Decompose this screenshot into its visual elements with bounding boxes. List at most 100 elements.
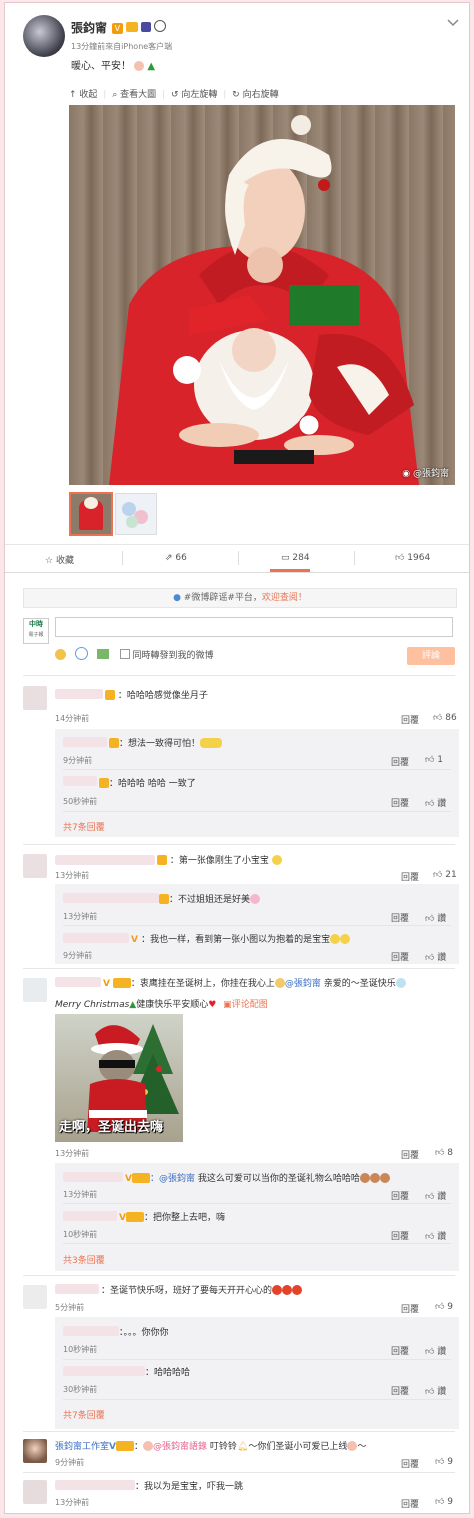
reply-like-button[interactable]: 👍︎ 讚 [425,1344,446,1357]
reply-reply-button[interactable]: 回覆 [391,1189,409,1202]
music-badge-icon [140,22,151,32]
reply-like-button[interactable]: 👍︎ 讚 [425,796,446,809]
replier-name[interactable] [63,776,97,786]
commenter-name[interactable]: 張鈞甯工作室 [55,1442,109,1452]
more-replies-link[interactable]: 共7条回覆 [63,1408,105,1421]
submit-comment-button[interactable]: 評論 [407,647,455,665]
reply-like-button[interactable]: 👍︎ 讚 [425,1189,446,1202]
replier-name[interactable] [63,1172,123,1182]
reply-button[interactable]: 回覆 [401,870,419,883]
commenter-avatar[interactable] [23,686,47,710]
reply-reply-button[interactable]: 回覆 [391,1384,409,1397]
commenter-name[interactable] [55,1480,135,1490]
mention-link[interactable]: @張鈞甯 [285,979,321,989]
repost-button[interactable]: ⇗ 66 [165,553,187,563]
post-text: 暖心、平安！ [71,61,131,72]
comment-image-link[interactable]: 评论配图 [232,1000,268,1010]
comment-meme-image[interactable]: 走啊，圣诞出去嗨 [55,1014,183,1142]
user-logo: 中時 電子報 [23,618,49,644]
commenter-avatar[interactable] [23,978,47,1002]
comment-like-button[interactable]: 👍︎ 9 [435,1302,453,1312]
replier-name[interactable] [63,737,107,747]
avatar[interactable] [23,15,65,57]
laugh-emoji-icon [330,934,341,944]
reply-like-button[interactable]: 👍︎ 1 [425,755,443,765]
image-icon[interactable] [96,649,109,659]
reply-reply-button[interactable]: 回覆 [391,950,409,963]
heart-emoji-icon: ♥ [208,1000,217,1010]
comment-like-button[interactable]: 👍︎ 8 [435,1148,453,1158]
reply-like-button[interactable]: 👍︎ 讚 [425,1384,446,1397]
member-badge-icon [131,1173,150,1183]
emoji-icon[interactable] [55,649,66,660]
reply-reply-button[interactable]: 回覆 [391,1229,409,1242]
reply-button[interactable]: 回覆 [401,1457,419,1470]
comment-like-button[interactable]: 👍︎ 9 [435,1457,453,1467]
comment-like-button[interactable]: 👍︎ 21 [433,870,457,880]
like-button[interactable]: 👍︎ 1964 [395,553,430,563]
collapse-button[interactable]: ↑ 收起 [69,90,97,100]
thumbnail-1[interactable] [69,492,113,536]
rotate-right-icon: ↻ [232,90,243,100]
reply-like-button[interactable]: 👍︎ 讚 [425,950,446,963]
commenter-name[interactable] [55,977,101,987]
comment-time: 13分钟前 [55,1149,90,1158]
comment-text: ： [133,1442,143,1452]
post-meta: 13分鐘前來自iPhone客户端 [71,42,173,51]
reply-text: ：把你整上去吧，嗨 [143,1213,225,1223]
reply-reply-button[interactable]: 回覆 [391,796,409,809]
deer-emoji-icon [359,1173,370,1183]
commenter-name[interactable] [55,1284,99,1294]
replier-name[interactable] [63,1326,119,1336]
more-replies-link[interactable]: 共7条回覆 [63,820,105,833]
author-name[interactable]: 張鈞甯 [71,21,107,35]
favorite-button[interactable]: ☆ 收藏 [45,553,115,566]
reply-button[interactable]: 回覆 [401,1497,419,1510]
view-large-button[interactable]: ⌕ 查看大圖 [112,90,156,100]
replier-name[interactable] [63,1211,117,1221]
comment-button[interactable]: ▭ 284 [281,553,310,563]
reply-like-button[interactable]: 👍︎ 讚 [425,1229,446,1242]
at-icon[interactable] [74,647,88,660]
reply-text: ：想法一致得可怕！ [119,739,201,749]
thumbs-up-icon: 👍︎ [425,1232,438,1242]
rotate-left-button[interactable]: ↺ 向左旋轉 [171,90,217,100]
reply-reply-button[interactable]: 回覆 [391,911,409,924]
reply-like-button[interactable]: 👍︎ 讚 [425,911,446,924]
reply-mention[interactable]: ：@張鈞甯 [150,1174,195,1184]
reply-text: ：哈哈哈哈 [145,1368,191,1378]
reply-text: 我这么可爱可以当你的圣诞礼物么哈哈哈 [194,1174,360,1184]
mention-link[interactable]: @張鈞甯語錄 [153,1442,207,1452]
bell-emoji-icon: 🔔︎ [236,1442,249,1452]
more-replies-link[interactable]: 共3条回覆 [63,1253,105,1266]
replier-name[interactable] [63,1366,145,1376]
reply-reply-button[interactable]: 回覆 [391,1344,409,1357]
commenter-avatar[interactable] [23,1480,47,1504]
post-photo[interactable]: ◉ @張鈞甯 [69,105,455,485]
thumbs-up-icon: 👍︎ [425,799,438,809]
commenter-name[interactable] [55,855,155,865]
comment-line2-b: 健康快乐平安顺心 [136,1000,209,1010]
commenter-name[interactable] [55,689,103,699]
comment-like-button[interactable]: 👍︎ 9 [435,1497,453,1507]
thumbs-up-icon: 👍︎ [435,1148,448,1158]
reply-time: 50秒钟前 [63,797,98,806]
reply-reply-button[interactable]: 回覆 [391,755,409,768]
reply-button[interactable]: 回覆 [401,1302,419,1315]
replier-name[interactable] [63,893,159,903]
thumbnail-2[interactable] [115,493,157,535]
also-post-checkbox[interactable] [119,649,130,659]
rotate-right-button[interactable]: ↻ 向右旋轉 [232,90,278,100]
commenter-avatar[interactable] [23,1285,47,1309]
comment-text: ：哈哈哈感觉像坐月子 [117,691,208,701]
notice-link[interactable]: 欢迎查阅！ [262,593,307,603]
commenter-avatar[interactable] [23,1439,47,1463]
commenter-avatar[interactable] [23,854,47,878]
comment-like-button[interactable]: 👍︎ 86 [433,713,457,723]
chevron-down-icon[interactable] [447,19,459,31]
comment-input[interactable] [55,617,453,637]
reply-button[interactable]: 回覆 [401,1148,419,1161]
replier-name[interactable] [63,933,129,943]
reply-button[interactable]: 回覆 [401,713,419,726]
verified-icon: V [103,979,110,989]
